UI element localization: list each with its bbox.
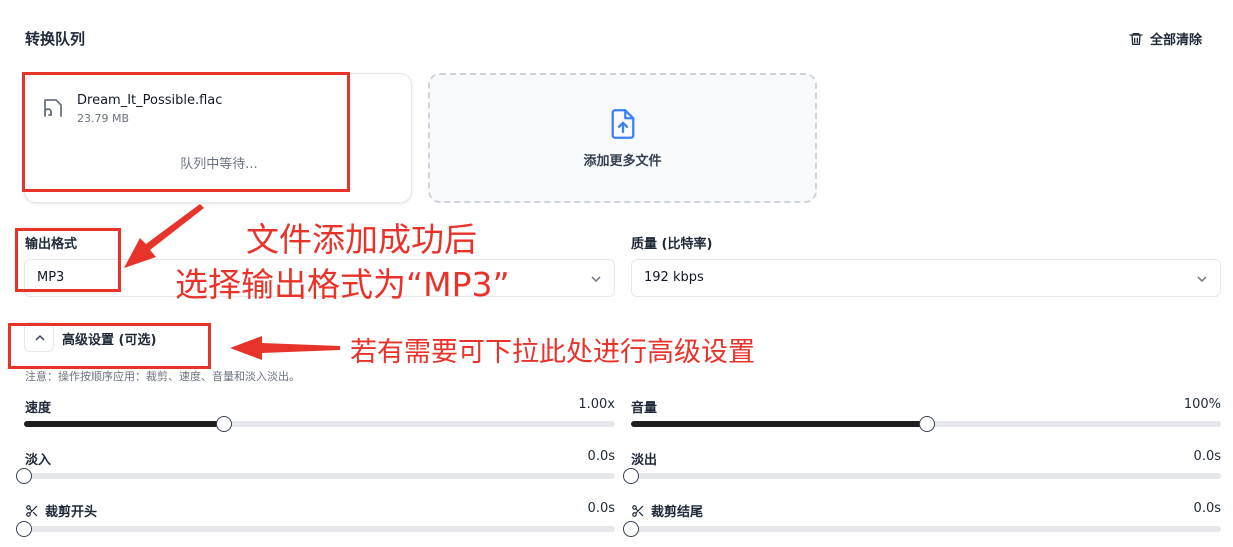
advanced-note: 注意：操作按顺序应用：裁剪、速度、音量和淡入淡出。 [25,370,300,383]
queue-title: 转换队列 [25,30,86,48]
trim-start-value: 0.0s [587,501,615,516]
annotation-text-line1: 文件添加成功后 [246,220,477,259]
annotation-box-file [22,72,350,192]
fade-out-label: 淡出 [631,449,657,468]
trim-start-slider-thumb[interactable] [16,521,32,537]
scissors-icon [632,504,644,517]
fade-out-slider[interactable] [623,468,1221,484]
trim-start-label: 裁剪开头 [25,501,97,520]
trim-start-label-text: 裁剪开头 [45,505,98,520]
fade-in-label-text: 淡入 [25,453,52,468]
quality-value: 192 kbps [644,270,704,285]
speed-slider-fill [24,421,224,427]
clear-all-button[interactable]: 全部清除 [1128,29,1202,48]
quality-select[interactable]: 192 kbps [631,259,1221,297]
speed-label-text: 速度 [25,401,52,416]
annotation-box-format [15,228,121,292]
quality-label: 质量 (比特率) [631,237,713,252]
fade-out-label-text: 淡出 [631,453,658,468]
clear-all-label: 全部清除 [1150,33,1203,48]
fade-in-slider[interactable] [16,468,615,484]
trim-end-slider[interactable] [623,521,1221,537]
volume-slider-thumb[interactable] [918,416,935,432]
trim-end-value: 0.0s [1193,501,1221,516]
trash-icon [1129,32,1143,45]
volume-slider-fill [631,421,927,427]
annotation-arrow-advanced [230,336,340,360]
volume-slider[interactable] [631,416,1221,432]
annotation-text-line2: 选择输出格式为“MP3” [175,265,510,304]
fade-out-slider-thumb[interactable] [623,468,639,484]
volume-label-text: 音量 [631,401,658,416]
annotation-box-advanced [8,323,211,369]
trim-end-label: 裁剪结尾 [631,501,703,520]
fade-in-slider-thumb[interactable] [16,468,32,484]
trim-start-slider[interactable] [16,521,615,537]
trim-end-label-text: 裁剪结尾 [651,505,704,520]
speed-label: 速度 [25,397,51,416]
chevron-down-icon [1197,276,1207,283]
fade-in-value: 0.0s [587,449,615,464]
chevron-down-icon [591,276,601,283]
trim-end-slider-thumb[interactable] [623,521,639,537]
fade-out-value: 0.0s [1193,449,1221,464]
annotation-text-line3: 若有需要可下拉此处进行高级设置 [350,337,755,368]
scissors-icon [26,504,38,517]
volume-label: 音量 [631,397,657,416]
add-more-files-button[interactable]: 添加更多文件 [428,73,817,203]
speed-slider[interactable] [24,416,615,432]
speed-slider-thumb[interactable] [215,416,232,432]
volume-value: 100% [1183,397,1221,412]
add-more-files-label: 添加更多文件 [583,154,662,169]
fade-in-label: 淡入 [25,449,51,468]
speed-value: 1.00x [578,397,615,412]
file-upload-icon [611,109,635,139]
